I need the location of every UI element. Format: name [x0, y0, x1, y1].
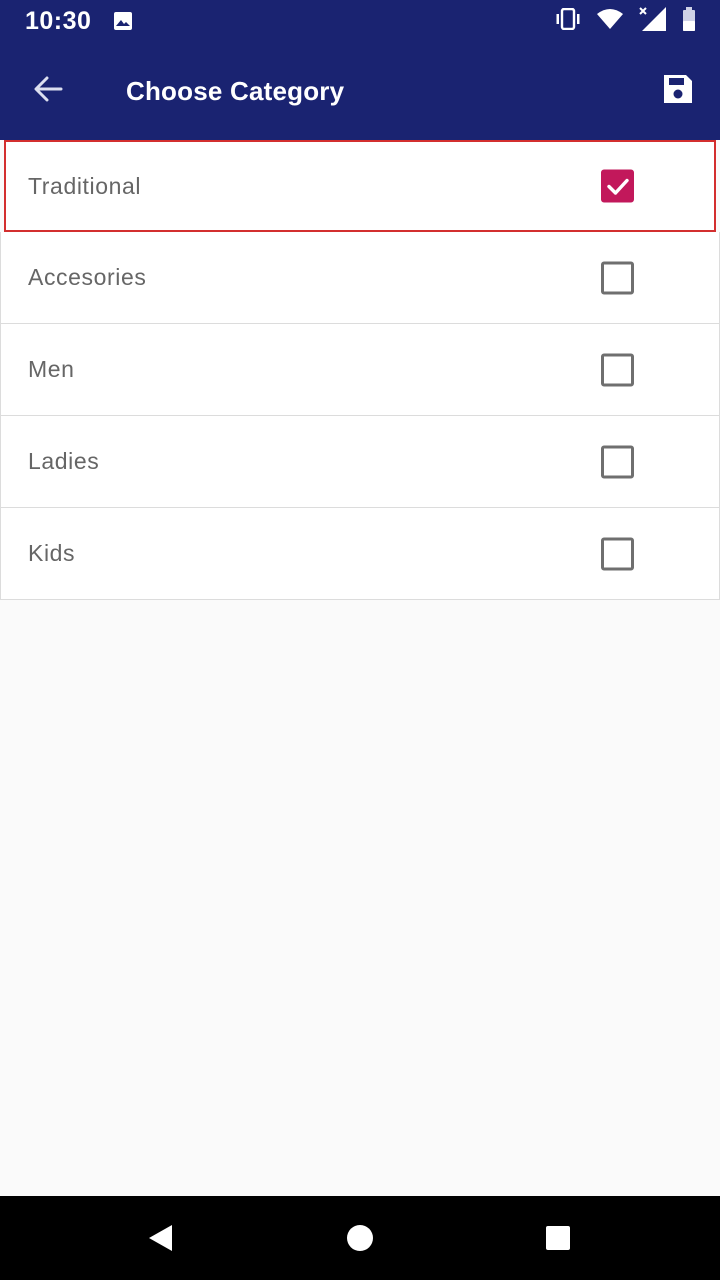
save-icon	[661, 72, 695, 111]
category-list: Traditional Accesories Men Ladies Kids	[0, 140, 720, 600]
category-label: Ladies	[28, 448, 100, 474]
home-circle-icon[interactable]	[345, 1223, 375, 1253]
category-row-kids[interactable]: Kids	[0, 508, 720, 600]
category-label: Kids	[28, 540, 76, 566]
screen: 10:30 Choose Category Traditional Acceso…	[0, 0, 720, 1280]
category-row-men[interactable]: Men	[0, 324, 720, 416]
category-row-traditional[interactable]: Traditional	[4, 140, 716, 232]
category-row-accesories[interactable]: Accesories	[0, 232, 720, 324]
status-icons	[554, 6, 696, 37]
category-checkbox[interactable]	[601, 445, 634, 478]
back-button[interactable]	[20, 63, 76, 119]
battery-icon	[682, 6, 696, 36]
page-title: Choose Category	[126, 75, 345, 106]
category-checkbox[interactable]	[601, 537, 634, 570]
category-label: Traditional	[28, 172, 142, 199]
vibrate-icon	[554, 7, 582, 35]
status-bar: 10:30	[0, 0, 720, 42]
category-row-ladies[interactable]: Ladies	[0, 416, 720, 508]
wifi-icon	[596, 8, 624, 35]
category-checkbox[interactable]	[601, 261, 634, 294]
category-checkbox[interactable]	[601, 353, 634, 386]
signal-icon	[638, 6, 668, 37]
back-triangle-icon[interactable]	[146, 1223, 174, 1253]
category-label: Men	[28, 356, 75, 382]
nav-bar	[0, 1196, 720, 1280]
check-icon	[606, 178, 629, 195]
status-time: 10:30	[25, 6, 92, 35]
save-button[interactable]	[650, 63, 706, 119]
image-icon	[113, 11, 133, 31]
app-bar: Choose Category	[0, 42, 720, 140]
recents-square-icon[interactable]	[544, 1224, 572, 1252]
category-label: Accesories	[28, 264, 147, 290]
category-checkbox-checked[interactable]	[601, 169, 634, 203]
arrow-back-icon	[33, 76, 63, 107]
